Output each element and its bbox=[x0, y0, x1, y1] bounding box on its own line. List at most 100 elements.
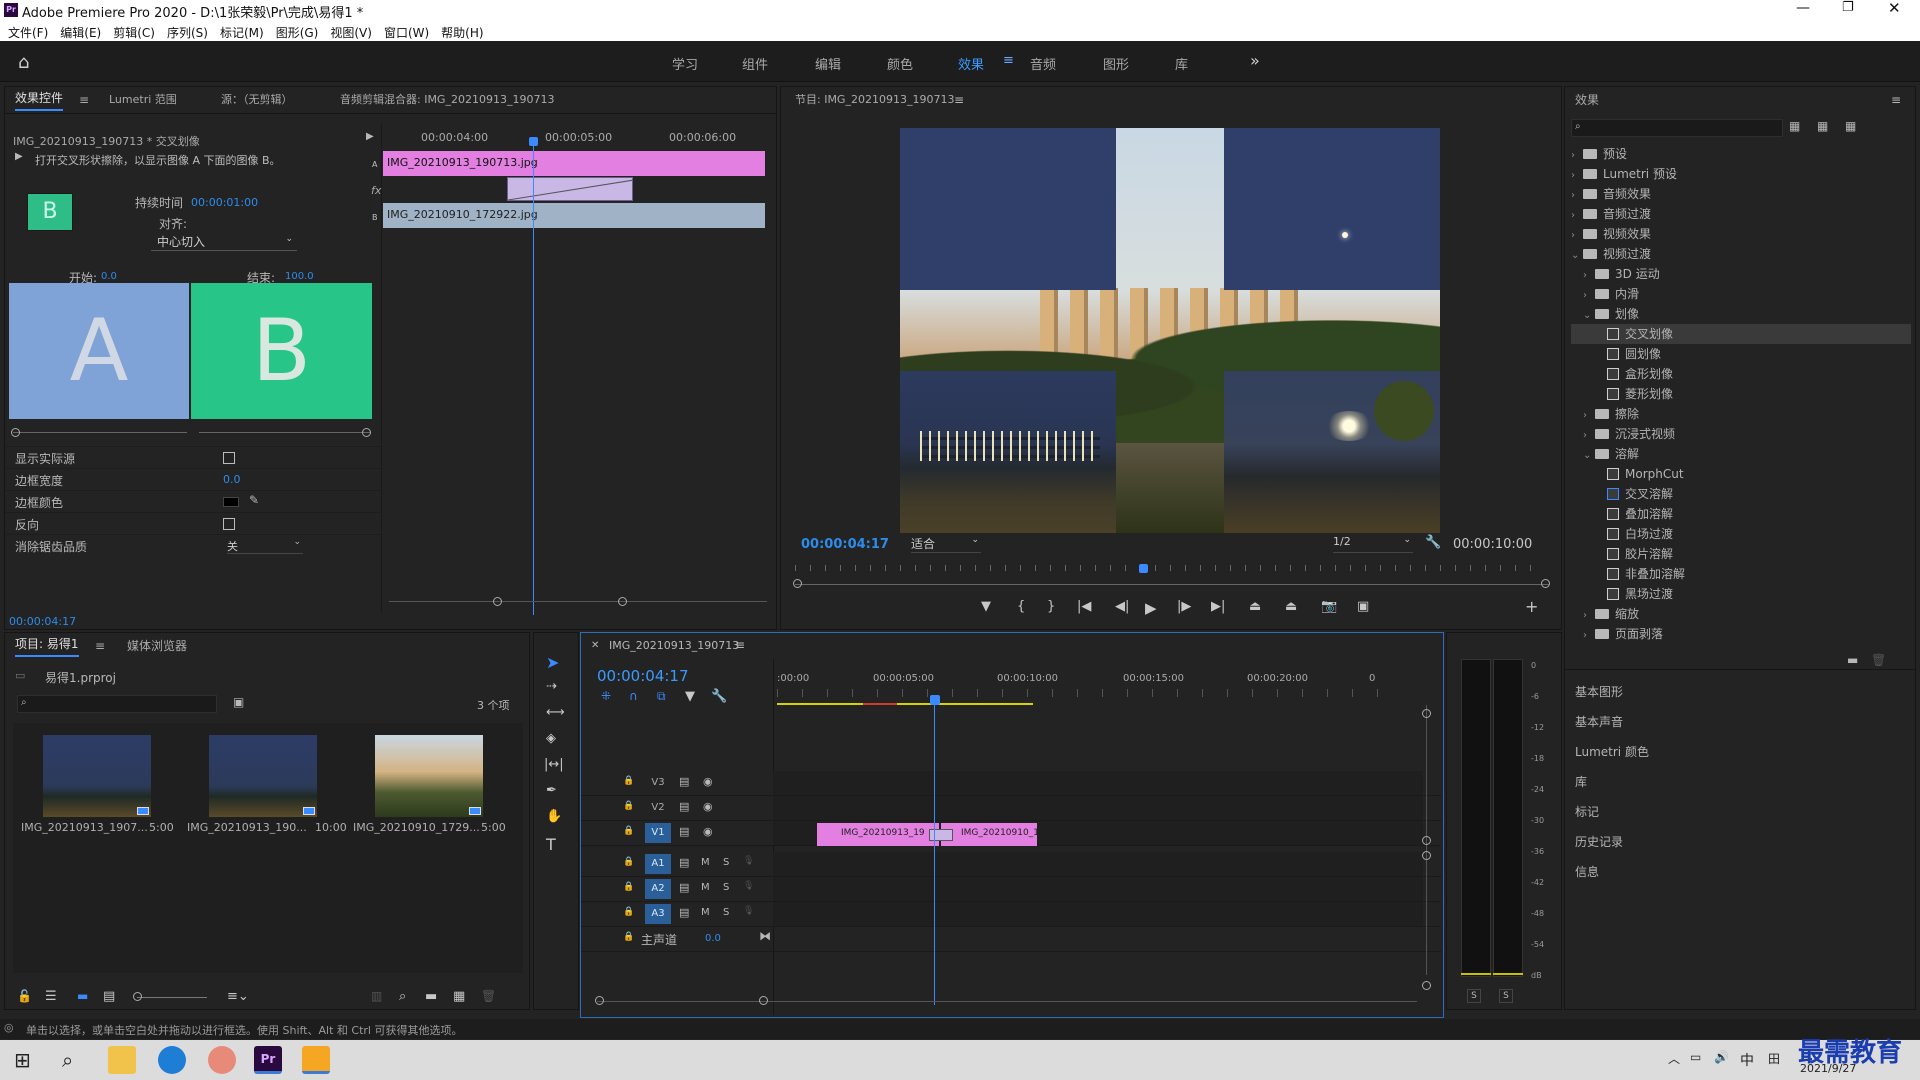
mic-icon[interactable]: 🎙 bbox=[743, 881, 754, 891]
chevron-right-icon[interactable]: › bbox=[1571, 146, 1583, 166]
end-slider-handle[interactable] bbox=[362, 428, 371, 437]
menu-item[interactable]: 视图(V) bbox=[330, 24, 372, 41]
chevron-right-icon[interactable]: › bbox=[1571, 206, 1583, 226]
menu-item[interactable]: 文件(F) bbox=[8, 24, 48, 41]
effects-tree-item[interactable]: 盒形划像 bbox=[1571, 364, 1911, 384]
zoom-fit-dropdown[interactable]: 适合 ⌄ bbox=[911, 535, 981, 553]
workspace-menu-icon[interactable]: ≡ bbox=[1003, 53, 1014, 68]
track-select-icon[interactable]: ⇢ bbox=[546, 679, 557, 694]
pen-tool-icon[interactable]: ✒ bbox=[546, 783, 557, 798]
menu-item[interactable]: 序列(S) bbox=[167, 24, 208, 41]
comparison-view-icon[interactable]: ▣ bbox=[1357, 599, 1369, 614]
chevron-right-icon[interactable]: › bbox=[1583, 606, 1595, 626]
icon-view-icon[interactable]: ▬ bbox=[77, 989, 88, 1003]
sync-lock-icon[interactable]: ▤ bbox=[679, 800, 689, 813]
effects-tree-item[interactable]: › 音频效果 bbox=[1571, 184, 1911, 204]
ec-tab[interactable]: Lumetri 范围 bbox=[109, 87, 177, 113]
program-playhead[interactable] bbox=[1139, 564, 1148, 573]
program-ruler[interactable] bbox=[795, 565, 1545, 571]
eye-icon[interactable]: ◉ bbox=[703, 825, 713, 838]
ec-clip-b[interactable]: IMG_20210910_172922.jpg bbox=[383, 203, 765, 228]
timeline-playhead-marker[interactable] bbox=[930, 695, 940, 705]
ec-scroll-handle-right[interactable] bbox=[618, 597, 627, 606]
effects-tree-item[interactable]: 交叉溶解 bbox=[1571, 484, 1911, 504]
chevron-right-icon[interactable]: › bbox=[1583, 266, 1595, 286]
ec-tab[interactable]: 源：（无剪辑） bbox=[221, 87, 293, 113]
timeline-ruler[interactable]: :00:00 00:00:05:00 00:00:10:00 00:00:15:00 0… bbox=[777, 673, 1397, 703]
solo-button[interactable]: S bbox=[723, 907, 729, 918]
effects-search-input[interactable]: ⌕ bbox=[1571, 119, 1783, 137]
workspace-tab[interactable]: 编辑 bbox=[815, 54, 841, 73]
effects-tree-item[interactable]: 胶片溶解 bbox=[1571, 544, 1911, 564]
new-bin-icon[interactable]: ▬ bbox=[1847, 653, 1858, 667]
close-button[interactable]: ✕ bbox=[1888, 0, 1901, 17]
program-zoom-handle-right[interactable] bbox=[1541, 579, 1550, 588]
timeline-hscroll-left[interactable] bbox=[595, 996, 604, 1005]
chevron-right-icon[interactable]: › bbox=[1571, 226, 1583, 246]
project-item[interactable]: IMG_20210913_1907... 5:00 bbox=[13, 723, 177, 843]
extract-icon[interactable]: ⏏ bbox=[1285, 599, 1297, 614]
lock-icon[interactable]: 🔒 bbox=[623, 857, 634, 867]
end-value[interactable]: 100.0 bbox=[285, 271, 314, 282]
project-search-input[interactable]: ⌕ bbox=[17, 695, 217, 713]
mute-button[interactable]: M bbox=[701, 882, 710, 893]
vscroll-handle-1[interactable] bbox=[1422, 709, 1431, 718]
windows-start-icon[interactable]: ⊞ bbox=[14, 1048, 31, 1072]
workspace-tab[interactable]: 音频 bbox=[1030, 54, 1056, 73]
chevron-down-icon[interactable]: ⌄ bbox=[1583, 446, 1595, 466]
track-target-label[interactable]: A2 bbox=[645, 879, 671, 899]
more-workspaces-icon[interactable]: » bbox=[1250, 51, 1260, 70]
hand-tool-icon[interactable]: ✋ bbox=[546, 809, 562, 824]
effects-tree-item[interactable]: 白场过渡 bbox=[1571, 524, 1911, 544]
lock-icon[interactable]: 🔓 bbox=[17, 989, 32, 1003]
32bit-effects-icon[interactable]: ▦ bbox=[1817, 119, 1828, 133]
zoom-slider[interactable] bbox=[137, 997, 207, 998]
ec-zoom-scroll[interactable] bbox=[389, 601, 767, 602]
clip-v1-a[interactable]: IMG_20210913_19 bbox=[817, 823, 939, 846]
effects-tree-item[interactable]: 非叠加溶解 bbox=[1571, 564, 1911, 584]
accelerated-effects-icon[interactable]: ▦ bbox=[1789, 119, 1800, 133]
effects-menu-icon[interactable]: ≡ bbox=[1891, 93, 1901, 107]
effects-tree-item[interactable]: › 沉浸式视频 bbox=[1571, 424, 1911, 444]
mark-in-icon[interactable]: { bbox=[1017, 599, 1025, 614]
effects-section-header[interactable]: Lumetri 颜色 bbox=[1575, 737, 1905, 767]
home-icon[interactable]: ⌂ bbox=[18, 52, 29, 73]
effects-tree-item[interactable]: › 音频过渡 bbox=[1571, 204, 1911, 224]
export-frame-icon[interactable]: 📷 bbox=[1321, 599, 1337, 614]
track-target-label[interactable]: V3 bbox=[645, 773, 671, 793]
transition-cross-zoom[interactable] bbox=[929, 829, 953, 841]
effects-tree-item[interactable]: ⌄ 划像 bbox=[1571, 304, 1911, 324]
mic-icon[interactable]: 🎙 bbox=[743, 906, 754, 916]
workspace-tab[interactable]: 效果 bbox=[958, 54, 984, 73]
property-value[interactable]: 0.0 bbox=[223, 473, 241, 486]
chevron-right-icon[interactable]: › bbox=[1583, 426, 1595, 446]
lock-icon[interactable]: 🔒 bbox=[623, 801, 634, 811]
track-target-label[interactable]: A3 bbox=[645, 904, 671, 924]
selection-tool-icon[interactable]: ➤ bbox=[546, 653, 559, 672]
sync-lock-icon[interactable]: ▤ bbox=[679, 775, 689, 788]
clear-icon[interactable]: 🗑 bbox=[481, 989, 496, 1003]
new-item-icon[interactable]: ▦ bbox=[453, 989, 465, 1004]
effects-tree-item[interactable]: 圆划像 bbox=[1571, 344, 1911, 364]
project-tab[interactable]: 媒体浏览器 bbox=[127, 633, 187, 659]
add-marker-icon[interactable]: ▼ bbox=[685, 689, 695, 704]
razor-icon[interactable]: ◈ bbox=[546, 731, 556, 746]
sync-lock-icon[interactable]: ▤ bbox=[679, 881, 689, 894]
effects-section-header[interactable]: 标记 bbox=[1575, 797, 1905, 827]
nest-icon[interactable]: ⁜ bbox=[601, 689, 611, 703]
ec-clip-a[interactable]: IMG_20210913_190713.jpg bbox=[383, 151, 765, 176]
menu-item[interactable]: 帮助(H) bbox=[441, 24, 483, 41]
effects-tree-item[interactable]: 叠加溶解 bbox=[1571, 504, 1911, 524]
vscroll-handle-3[interactable] bbox=[1422, 851, 1431, 860]
workspace-tab[interactable]: 学习 bbox=[672, 54, 698, 73]
meter-solo-button[interactable]: S bbox=[1499, 989, 1513, 1003]
ec-tab[interactable]: 效果控件 bbox=[15, 87, 64, 111]
effects-tree-item[interactable]: MorphCut bbox=[1571, 464, 1911, 484]
menu-item[interactable]: 窗口(W) bbox=[384, 24, 429, 41]
ec-tab[interactable]: 音频剪辑混合器: IMG_20210913_190713 bbox=[340, 87, 554, 113]
chevron-right-icon[interactable]: › bbox=[1571, 186, 1583, 206]
chevron-down-icon[interactable]: ⌄ bbox=[1571, 246, 1583, 266]
effects-tree-item[interactable]: ⌄ 溶解 bbox=[1571, 444, 1911, 464]
solo-button[interactable]: S bbox=[723, 882, 729, 893]
premiere-taskbar-icon[interactable]: Pr bbox=[254, 1046, 282, 1074]
